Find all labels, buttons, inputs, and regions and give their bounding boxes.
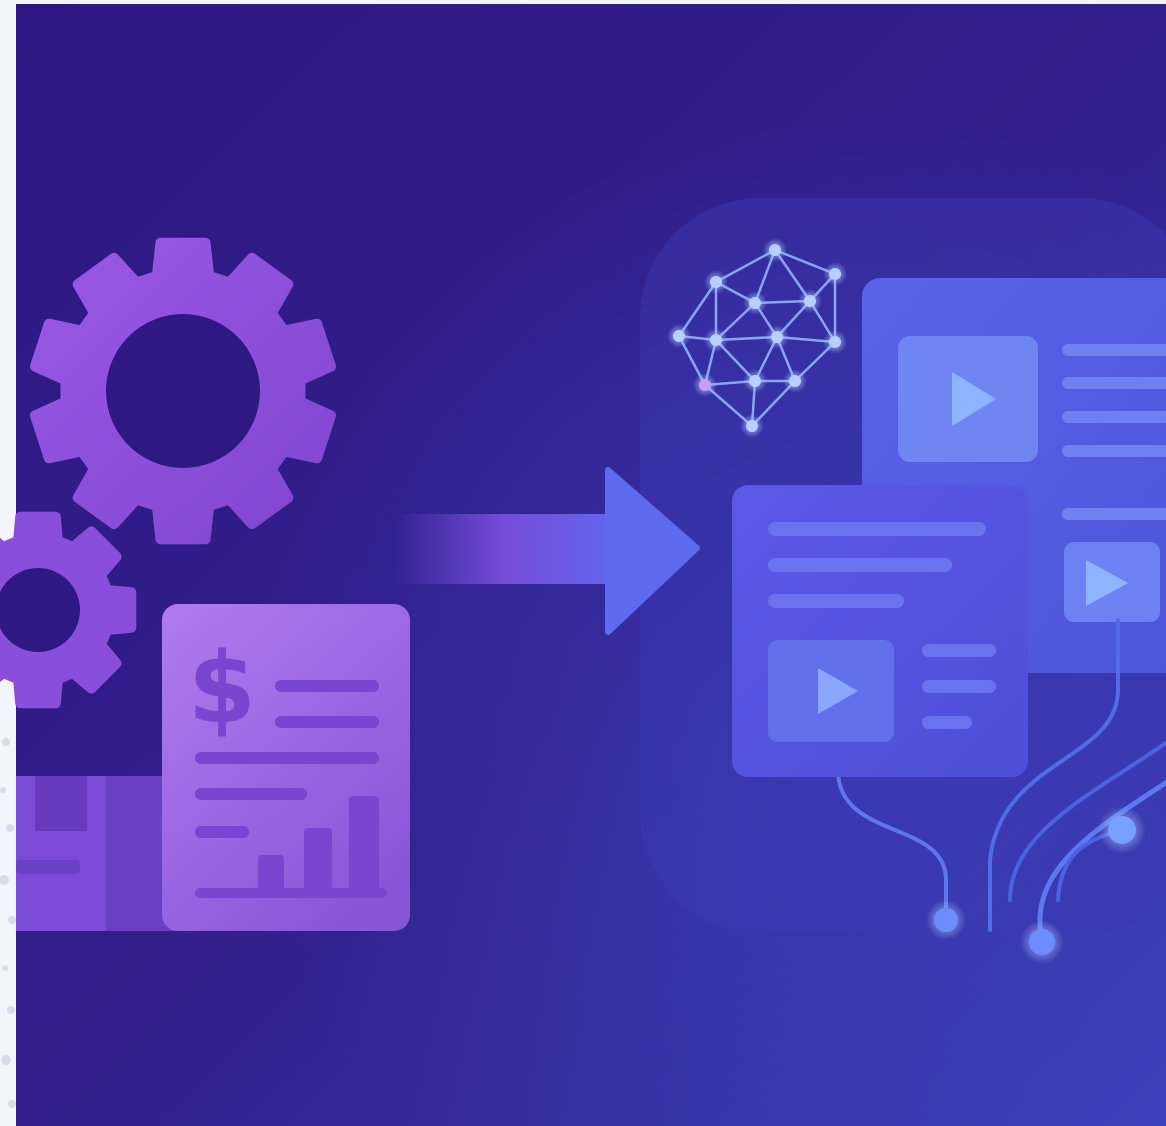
invoice-document-icon: $: [162, 604, 410, 931]
gear-icon: [0, 511, 137, 709]
illustration-canvas: $: [0, 0, 1166, 1126]
video-content-card-icon: [732, 485, 1028, 777]
dollar-sign-icon: $: [188, 632, 256, 746]
gear-icon: [30, 237, 336, 545]
package-box-icon: [16, 776, 176, 931]
